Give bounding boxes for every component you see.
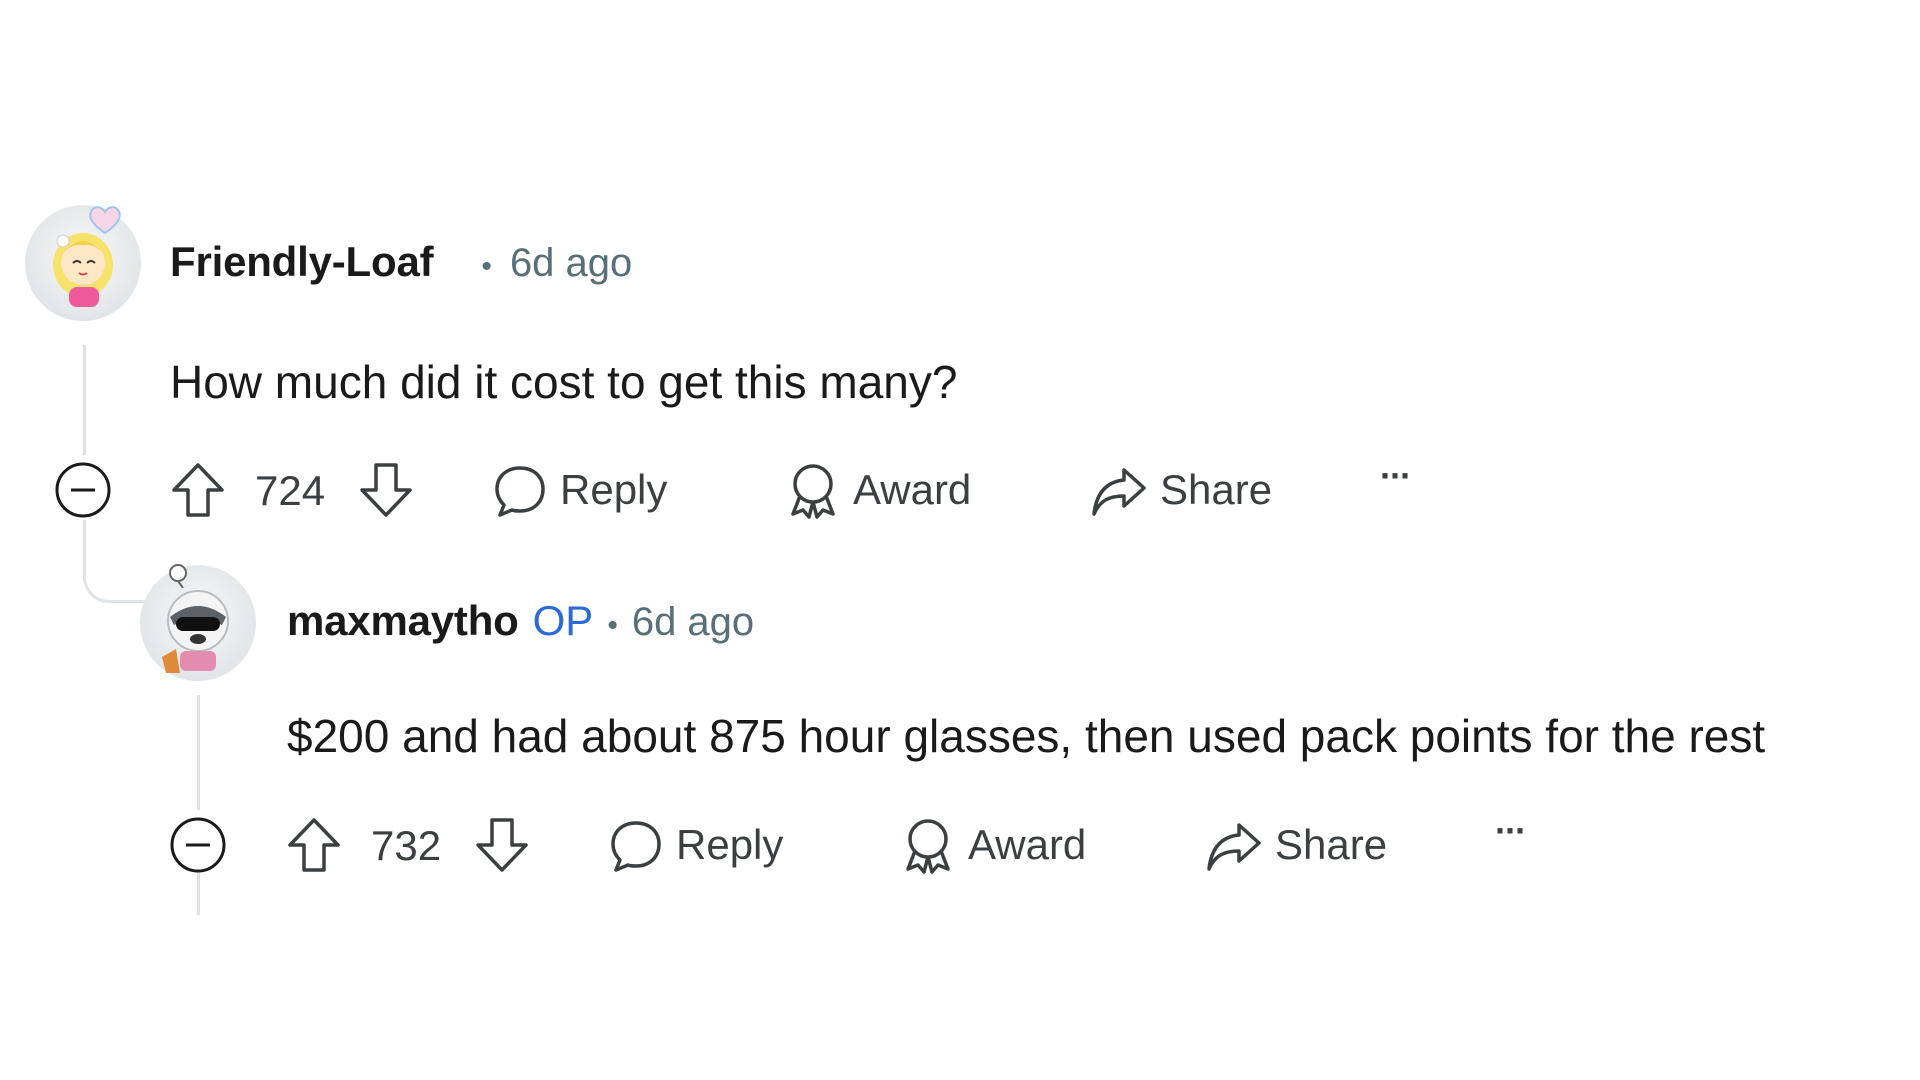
thread-line-mid [83,520,86,565]
separator: • [481,250,492,283]
award-button[interactable]: Award [785,460,971,520]
avatar-badge-heart-icon [86,205,124,235]
reply-icon [495,466,545,517]
reply-button[interactable]: Reply [492,460,667,520]
separator: • [607,609,618,642]
vote-count: 724 [255,467,326,514]
collapse-button[interactable] [168,815,228,875]
award-label: Award [853,466,972,513]
share-label: Share [1275,821,1388,868]
comment-actions: 732 Reply Award Share ··· [0,810,1700,880]
award-label: Award [968,821,1087,868]
avatar-image [162,590,229,673]
op-badge: OP [532,597,594,644]
downvote-icon [360,463,412,517]
share-button[interactable]: Share [1090,460,1272,520]
avatar-badge-icon [163,558,193,589]
upvote-icon [172,463,224,517]
reply-icon [611,821,661,872]
timestamp[interactable]: 6d ago [632,600,754,645]
username[interactable]: maxmaytho [287,597,519,645]
comment-header: maxmaytho OP • 6d ago [287,597,754,645]
username[interactable]: Friendly-Loaf [170,238,434,286]
timestamp[interactable]: 6d ago [510,241,632,286]
award-button[interactable]: Award [900,815,1086,875]
thread-connector [83,560,148,603]
thread-line-reply [197,695,200,810]
upvote-button[interactable] [170,460,226,520]
award-icon [791,464,835,519]
comment-header: Friendly-Loaf • 6d ago [170,238,632,286]
upvote-icon [288,818,340,872]
collapse-button[interactable] [53,460,113,520]
collapse-icon [170,817,226,873]
downvote-icon [476,818,528,872]
share-label: Share [1160,466,1273,513]
downvote-button[interactable] [474,815,530,875]
comment-body: How much did it cost to get this many? [170,356,958,408]
more-options-button[interactable]: ··· [1495,810,1527,852]
avatar[interactable] [140,565,256,681]
share-button[interactable]: Share [1205,815,1387,875]
thread-line-top [83,345,86,455]
collapse-icon [55,462,111,518]
downvote-button[interactable] [358,460,414,520]
comment-actions: 724 Reply Award Share ··· [0,455,1500,525]
reply-label: Reply [676,821,784,868]
share-icon [1207,823,1261,871]
comment-body: $200 and had about 875 hour glasses, the… [287,710,1766,762]
upvote-button[interactable] [286,815,342,875]
reply-label: Reply [560,466,668,513]
reply-button[interactable]: Reply [608,815,783,875]
vote-count: 732 [371,822,442,869]
more-icon: ··· [1380,455,1412,496]
share-icon [1092,468,1146,516]
award-icon [906,819,950,874]
more-icon: ··· [1495,810,1527,851]
more-options-button[interactable]: ··· [1380,455,1412,497]
